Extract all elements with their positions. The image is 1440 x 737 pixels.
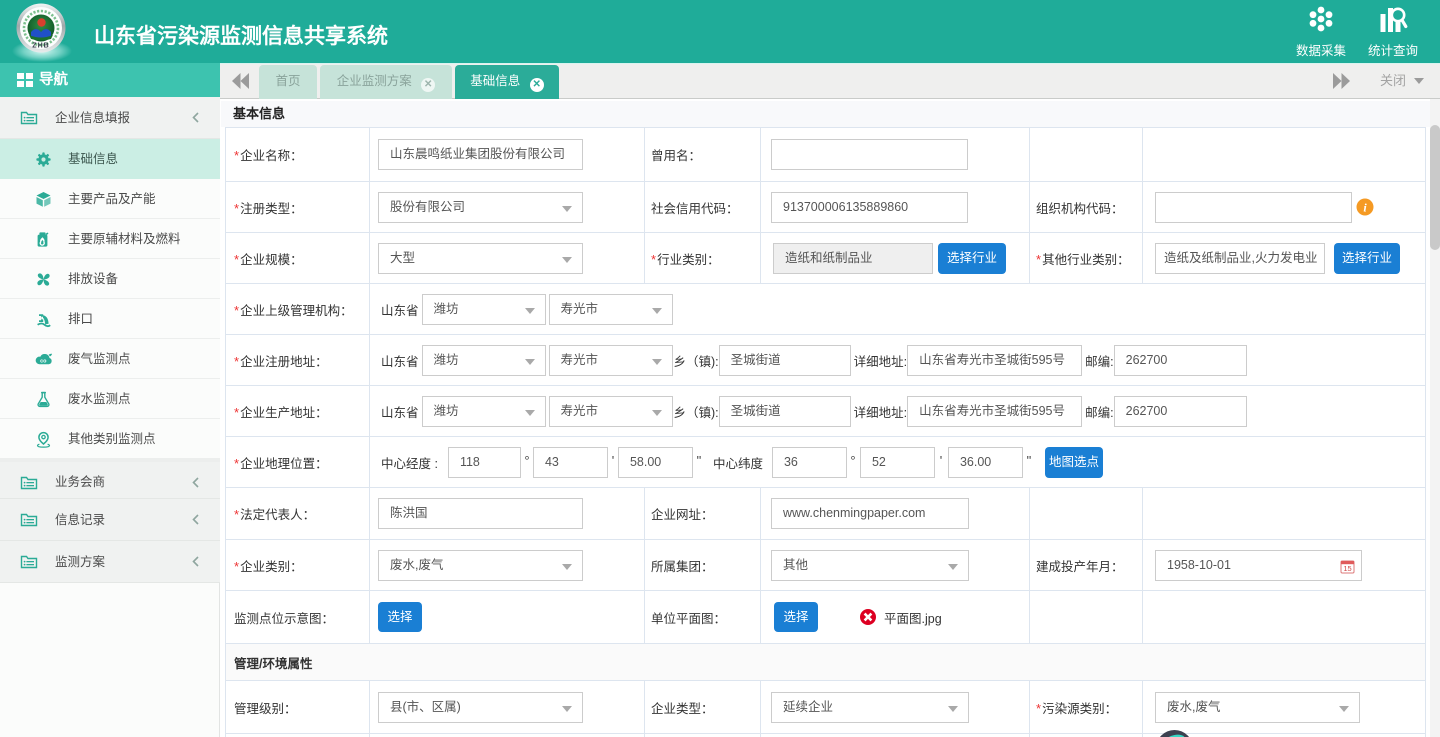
svg-text:15: 15 (1343, 564, 1351, 573)
svg-text:ZHB: ZHB (32, 43, 49, 50)
svg-text:co: co (40, 359, 47, 365)
